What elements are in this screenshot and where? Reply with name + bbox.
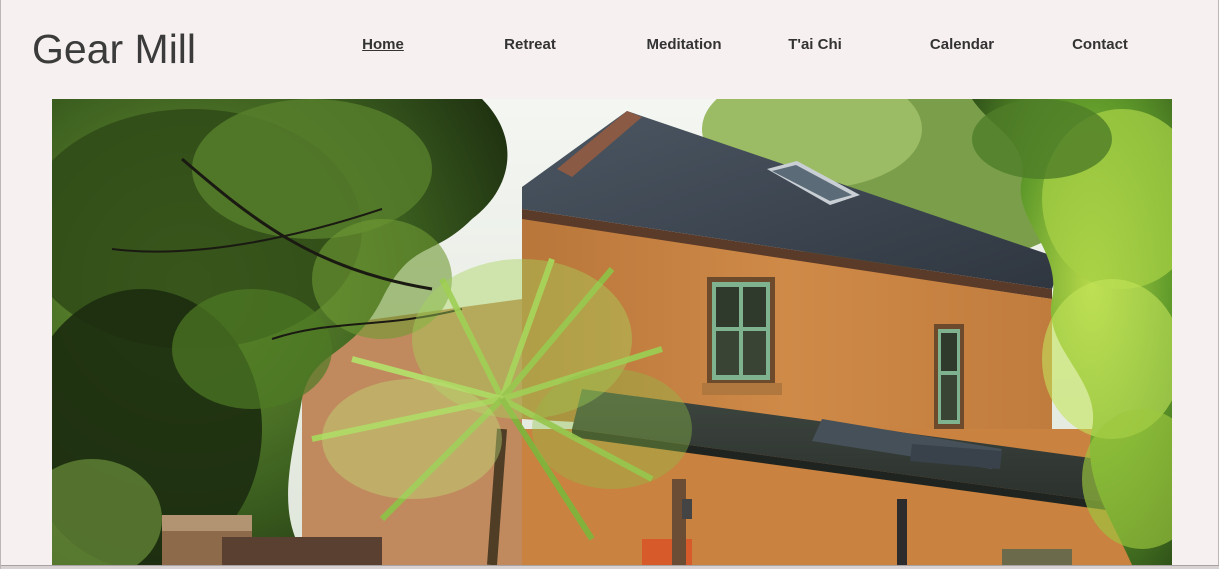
hero-image — [52, 99, 1172, 565]
bottom-divider — [1, 565, 1219, 569]
nav-link-calendar[interactable]: Calendar — [930, 36, 994, 53]
page-frame: Gear Mill Home Retreat Meditation T'ai C… — [0, 0, 1219, 569]
house-photo — [52, 99, 1172, 565]
nav-link-home[interactable]: Home — [362, 36, 404, 53]
nav-link-contact[interactable]: Contact — [1072, 36, 1128, 53]
nav-link-meditation[interactable]: Meditation — [647, 36, 722, 53]
nav-link-taichi[interactable]: T'ai Chi — [788, 36, 842, 53]
nav-link-retreat[interactable]: Retreat — [504, 36, 556, 53]
site-title[interactable]: Gear Mill — [32, 26, 196, 73]
